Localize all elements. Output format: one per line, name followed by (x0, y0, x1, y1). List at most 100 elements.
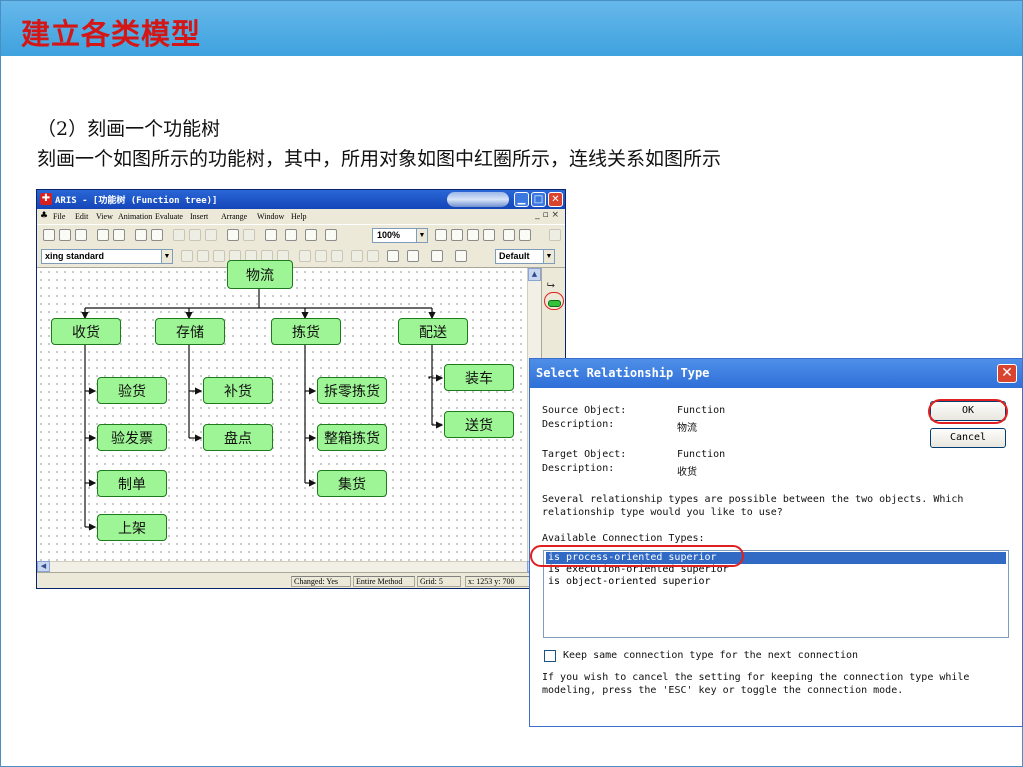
layout-icon[interactable] (503, 229, 515, 241)
menu-view[interactable]: View (96, 212, 113, 221)
fit-page-icon[interactable] (467, 229, 479, 241)
monitor-icon[interactable] (519, 229, 531, 241)
chevron-down-icon[interactable]: ▼ (161, 250, 172, 263)
connection-tool-icon[interactable]: ⮡ (547, 280, 555, 291)
table-icon[interactable] (299, 250, 311, 262)
zoom-select[interactable]: 100% ▼ (372, 228, 428, 243)
maximize-button[interactable]: □ (531, 192, 546, 207)
connector-style-icon[interactable] (387, 250, 399, 262)
paste-icon[interactable] (205, 229, 217, 241)
binoculars-icon[interactable] (305, 229, 317, 241)
node-pandian[interactable]: 盘点 (203, 424, 273, 451)
send-back-icon[interactable] (331, 250, 343, 262)
dialog-titlebar: Select Relationship Type ✕ (530, 359, 1022, 388)
align-right-icon[interactable] (213, 250, 225, 262)
question-line-1: Several relationship types are possible … (542, 494, 964, 505)
scroll-left-icon[interactable]: ◀ (37, 561, 50, 572)
minimize-button[interactable]: ▁ (514, 192, 529, 207)
node-zhengxiangjianhuo[interactable]: 整箱拣货 (317, 424, 387, 451)
font-value: xing standard (45, 251, 105, 261)
document-window-controls[interactable]: _ ▫ × (535, 210, 559, 220)
attributes-icon[interactable] (285, 229, 297, 241)
chevron-down-icon[interactable]: ▼ (416, 229, 427, 242)
status-scope: Entire Method (353, 576, 415, 587)
align-left-icon[interactable] (181, 250, 193, 262)
undo-icon[interactable] (227, 229, 239, 241)
aris-window-title: ARIS - [功能树 (Function tree)] (55, 196, 218, 206)
cut-icon[interactable] (173, 229, 185, 241)
node-chailingjianhuo[interactable]: 拆零拣货 (317, 377, 387, 404)
bring-front-icon[interactable] (315, 250, 327, 262)
menu-arrange[interactable]: Arrange (221, 212, 247, 221)
node-shangjia[interactable]: 上架 (97, 514, 167, 541)
document-icon[interactable]: ♣ (40, 211, 48, 221)
aris-app-icon: ✚ (40, 193, 52, 205)
node-zhuangche[interactable]: 装车 (444, 364, 514, 391)
node-branch-peisong[interactable]: 配送 (398, 318, 468, 345)
find-icon[interactable] (113, 229, 125, 241)
node-branch-shouhuo[interactable]: 收货 (51, 318, 121, 345)
lightbulb-icon[interactable] (325, 229, 337, 241)
connection-types-label: Available Connection Types: (542, 533, 705, 544)
standard-toolbar: 100% ▼ (37, 224, 565, 246)
open-icon[interactable] (59, 229, 71, 241)
menu-edit[interactable]: Edit (75, 212, 88, 221)
node-branch-cunchu[interactable]: 存储 (155, 318, 225, 345)
model-canvas[interactable]: 物流 收货 存储 拣货 配送 验货 验发票 制单 上架 补货 盘点 拆零拣货 整… (37, 260, 527, 561)
menu-help[interactable]: Help (291, 212, 307, 221)
menu-file[interactable]: File (53, 212, 65, 221)
line-style-icon[interactable] (455, 250, 467, 262)
menu-insert[interactable]: Insert (190, 212, 208, 221)
function-object-icon[interactable] (548, 300, 561, 307)
status-bar: Changed: Yes Entire Method Grid: 5 x: 12… (37, 572, 565, 588)
new-icon[interactable] (43, 229, 55, 241)
dialog-close-button[interactable]: ✕ (997, 364, 1017, 383)
redo-icon[interactable] (243, 229, 255, 241)
status-grid: Grid: 5 (417, 576, 461, 587)
fill-color-icon[interactable] (407, 250, 419, 262)
folder-icon[interactable] (549, 229, 561, 241)
explorer-icon[interactable] (97, 229, 109, 241)
aris-window: ✚ ARIS - [功能树 (Function tree)] ▁ □ ✕ ♣ F… (36, 189, 566, 589)
cancel-button[interactable]: Cancel (930, 428, 1006, 448)
properties-icon[interactable] (265, 229, 277, 241)
node-branch-jianhuo[interactable]: 拣货 (271, 318, 341, 345)
node-songhuo[interactable]: 送货 (444, 411, 514, 438)
grid-icon[interactable] (483, 229, 495, 241)
line-color-icon[interactable] (431, 250, 443, 262)
chevron-down-icon[interactable]: ▼ (543, 250, 554, 263)
menu-window[interactable]: Window (257, 212, 284, 221)
node-zhidan[interactable]: 制单 (97, 470, 167, 497)
font-select[interactable]: xing standard ▼ (41, 249, 173, 264)
horizontal-scrollbar[interactable]: ◀ ▶ (37, 561, 541, 572)
scroll-up-icon[interactable]: ▲ (528, 268, 541, 281)
print-icon[interactable] (135, 229, 147, 241)
node-yanhuo[interactable]: 验货 (97, 377, 167, 404)
ungroup-icon[interactable] (367, 250, 379, 262)
status-changed: Changed: Yes (291, 576, 351, 587)
keep-connection-label: Keep same connection type for the next c… (563, 650, 859, 661)
copy-icon[interactable] (189, 229, 201, 241)
section-description: 刻画一个如图所示的功能树，其中，所用对象如图中红圈所示，连线关系如图所示 (37, 148, 722, 170)
keep-connection-checkbox[interactable] (544, 650, 556, 662)
zoom-in-icon[interactable] (435, 229, 447, 241)
source-description-value: 物流 (677, 423, 697, 434)
print-preview-icon[interactable] (151, 229, 163, 241)
connection-type-object-oriented[interactable]: is object-oriented superior (546, 576, 1006, 588)
zoom-out-icon[interactable] (451, 229, 463, 241)
slide-title: 建立各类模型 (21, 17, 202, 51)
target-description-label: Description: (542, 463, 615, 474)
connection-highlight-circle (530, 545, 744, 567)
save-icon[interactable] (75, 229, 87, 241)
menu-animation[interactable]: Animation (118, 212, 152, 221)
group-icon[interactable] (351, 250, 363, 262)
style-select[interactable]: Default ▼ (495, 249, 555, 264)
node-yanfapiao[interactable]: 验发票 (97, 424, 167, 451)
node-jihuo[interactable]: 集货 (317, 470, 387, 497)
close-button[interactable]: ✕ (548, 192, 563, 207)
align-center-icon[interactable] (197, 250, 209, 262)
node-root[interactable]: 物流 (227, 260, 293, 289)
node-buhuo[interactable]: 补货 (203, 377, 273, 404)
menu-evaluate[interactable]: Evaluate (155, 212, 183, 221)
target-object-value: Function (677, 449, 726, 460)
